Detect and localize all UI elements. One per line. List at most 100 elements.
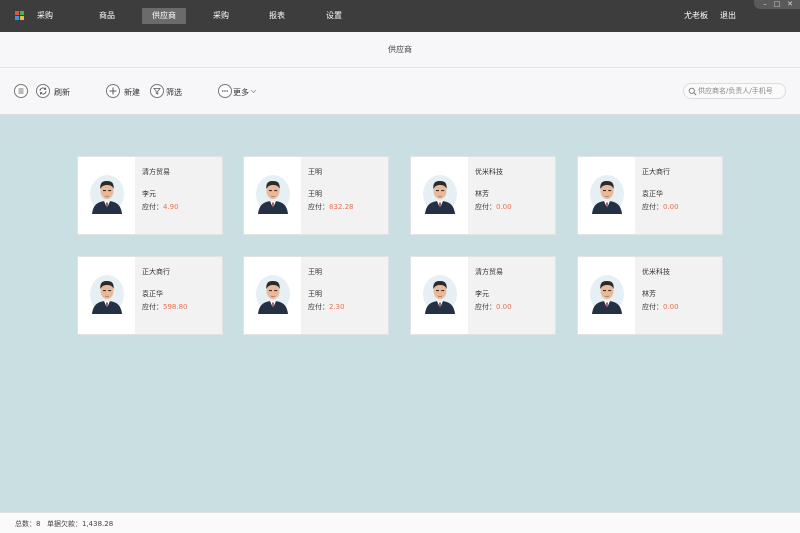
supplier-name: 王明: [308, 168, 322, 176]
nav-item-suppliers[interactable]: 供应商: [142, 8, 186, 24]
avatar: [255, 274, 291, 314]
filter-icon: [153, 88, 161, 95]
close-button[interactable]: ✕: [785, 0, 795, 9]
payable-label: 应付：: [142, 303, 163, 311]
supplier-photo: [244, 157, 301, 234]
avatar: [89, 274, 125, 314]
supplier-card[interactable]: 清方贸易 李元 应付：0.00: [410, 256, 556, 335]
payable-amount: 0.00: [496, 203, 512, 211]
payable-amount: 4.90: [163, 203, 179, 211]
payable-label: 应付：: [642, 203, 663, 211]
avatar: [255, 174, 291, 214]
payable-row: 应付：0.00: [475, 202, 512, 212]
supplier-name: 清方贸易: [142, 168, 170, 176]
payable-label: 应付：: [142, 203, 163, 211]
minimize-button[interactable]: –: [760, 0, 770, 9]
supplier-photo: [244, 257, 301, 334]
supplier-name: 优米科技: [642, 268, 670, 276]
payable-amount: 832.28: [329, 203, 354, 211]
contact-person: 林芳: [475, 190, 489, 198]
supplier-name: 优米科技: [475, 168, 503, 176]
supplier-photo: [411, 257, 468, 334]
payable-amount: 0.00: [663, 203, 679, 211]
payable-label: 应付：: [642, 303, 663, 311]
supplier-card[interactable]: 正大商行 袁正华 应付：598.80: [77, 256, 223, 335]
supplier-photo: [578, 257, 635, 334]
payable-label: 应付：: [475, 303, 496, 311]
payable-row: 应付：598.80: [142, 302, 188, 312]
total-count: 总数：8: [15, 520, 41, 528]
contact-person: 李元: [475, 290, 489, 298]
maximize-button[interactable]: □: [772, 0, 782, 9]
payable-row: 应付：2.30: [308, 302, 345, 312]
app-logo-icon: [15, 11, 25, 21]
contact-person: 李元: [142, 190, 156, 198]
supplier-card[interactable]: 优米科技 林芳 应付：0.00: [577, 256, 723, 335]
refresh-label[interactable]: 刷新: [54, 87, 70, 98]
payable-label: 应付：: [308, 303, 329, 311]
payable-row: 应付：0.00: [642, 202, 679, 212]
avatar: [422, 174, 458, 214]
contact-person: 林芳: [642, 290, 656, 298]
list-icon: [18, 88, 24, 94]
supplier-card[interactable]: 王明 王明 应付：832.28: [243, 156, 389, 235]
supplier-photo: [411, 157, 468, 234]
supplier-card[interactable]: 清方贸易 李元 应付：4.90: [77, 156, 223, 235]
supplier-photo: [78, 157, 135, 234]
app-title: 采购: [37, 11, 53, 20]
supplier-name: 正大商行: [142, 268, 170, 276]
filter-label[interactable]: 筛选: [166, 87, 182, 98]
avatar: [89, 174, 125, 214]
menu-button[interactable]: [14, 84, 28, 98]
avatar: [589, 174, 625, 214]
top-bar: 采购 商品 供应商 采购 报表 设置 尤老板 退出 – □ ✕: [0, 0, 800, 32]
supplier-photo: [578, 157, 635, 234]
more-button[interactable]: [218, 84, 232, 98]
more-label[interactable]: 更多: [233, 87, 249, 98]
payable-label: 应付：: [475, 203, 496, 211]
payable-amount: 2.30: [329, 303, 345, 311]
contact-person: 王明: [308, 190, 322, 198]
payable-row: 应付：4.90: [142, 202, 179, 212]
nav-item-settings[interactable]: 设置: [319, 8, 349, 24]
user-name[interactable]: 尤老板: [684, 10, 708, 21]
status-bar: 总数：8 单据欠款：1,438.28: [0, 512, 800, 533]
supplier-card[interactable]: 优米科技 林芳 应付：0.00: [410, 156, 556, 235]
nav-item-products[interactable]: 商品: [92, 8, 122, 24]
refresh-icon: [39, 87, 47, 95]
toolbar: 刷新 新建 筛选 更多: [0, 68, 800, 115]
contact-person: 袁正华: [642, 190, 663, 198]
more-dots-icon: [222, 90, 228, 92]
payable-row: 应付：0.00: [642, 302, 679, 312]
outstanding-balance: 单据欠款：1,438.28: [47, 520, 114, 528]
refresh-button[interactable]: [36, 84, 50, 98]
new-label[interactable]: 新建: [124, 87, 140, 98]
search-input[interactable]: [698, 85, 784, 97]
page-title: 供应商: [0, 32, 800, 68]
payable-amount: 598.80: [163, 303, 188, 311]
logout-link[interactable]: 退出: [720, 10, 736, 21]
payable-row: 应付：0.00: [475, 302, 512, 312]
new-button[interactable]: [106, 84, 120, 98]
supplier-card[interactable]: 王明 王明 应付：2.30: [243, 256, 389, 335]
supplier-name: 正大商行: [642, 168, 670, 176]
payable-amount: 0.00: [496, 303, 512, 311]
plus-icon: [109, 87, 117, 95]
filter-button[interactable]: [150, 84, 164, 98]
nav-item-reports[interactable]: 报表: [262, 8, 292, 24]
search-box[interactable]: [683, 83, 786, 99]
avatar: [589, 274, 625, 314]
payable-row: 应付：832.28: [308, 202, 354, 212]
payable-label: 应付：: [308, 203, 329, 211]
contact-person: 袁正华: [142, 290, 163, 298]
nav-item-purchase[interactable]: 采购: [206, 8, 236, 24]
avatar: [422, 274, 458, 314]
supplier-name: 清方贸易: [475, 268, 503, 276]
supplier-card[interactable]: 正大商行 袁正华 应付：0.00: [577, 156, 723, 235]
supplier-name: 王明: [308, 268, 322, 276]
contact-person: 王明: [308, 290, 322, 298]
window-controls: – □ ✕: [754, 0, 800, 9]
payable-amount: 0.00: [663, 303, 679, 311]
chevron-down-icon[interactable]: [250, 89, 257, 94]
supplier-photo: [78, 257, 135, 334]
